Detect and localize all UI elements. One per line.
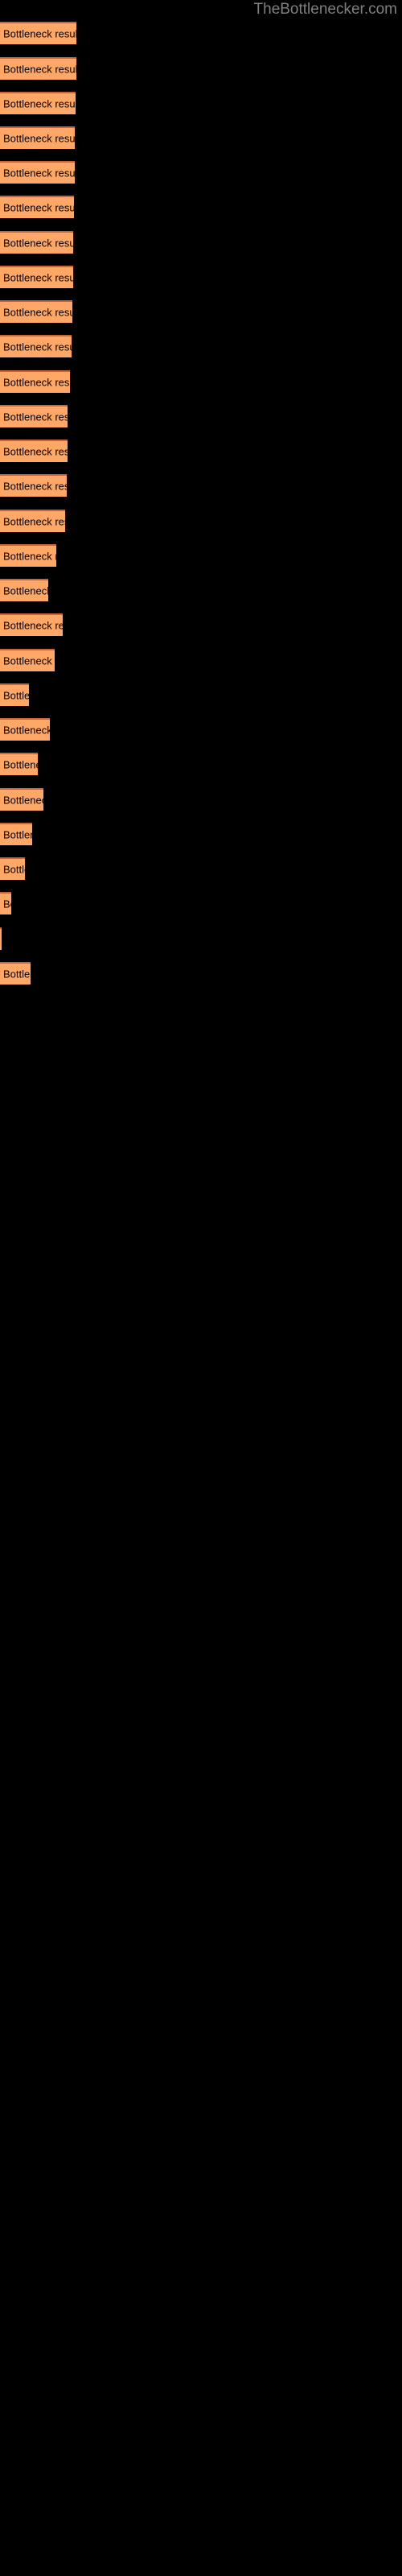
bar-segment[interactable]: Bottleneck result	[0, 510, 65, 532]
bar-label: Bottleneck result	[3, 689, 29, 702]
bar-label: Bottleneck result	[3, 411, 68, 423]
bar-label: Bottleneck result	[3, 445, 68, 458]
bar-segment[interactable]: Bottleneck result	[0, 788, 43, 811]
bar-label: Bottleneck result	[3, 63, 76, 76]
bar-label: Bottleneck result	[3, 376, 70, 389]
bar-segment[interactable]: Bottleneck result	[0, 613, 63, 636]
bar-label: Bottleneck result	[3, 306, 72, 319]
bar-segment[interactable]: Bottleneck result	[0, 440, 68, 462]
bar-label: Bottleneck result	[3, 758, 38, 771]
bar-label: Bottleneck result	[3, 237, 73, 250]
bar-segment[interactable]: Bottleneck result	[0, 544, 56, 567]
bar-label: Bottleneck result	[3, 201, 74, 214]
bar-segment[interactable]: Bottleneck result	[0, 57, 76, 80]
bar-segment[interactable]: Bottleneck result	[0, 857, 25, 880]
bar-label: Bottleneck result	[3, 724, 50, 737]
bar-segment[interactable]: Bottleneck result	[0, 300, 72, 323]
bar-label: Bottleneck result	[3, 619, 63, 632]
bar-label: Bottleneck result	[3, 828, 32, 841]
bar-segment[interactable]: Bottleneck result	[0, 753, 38, 775]
bar-segment[interactable]: Bottleneck result	[0, 196, 74, 218]
bar-chart-bars-layer: Bottleneck result Bottleneck result Bottle…	[0, 0, 402, 2576]
bar-segment[interactable]: Bottleneck result	[0, 474, 67, 497]
bar-label: Bottleneck result	[3, 97, 76, 110]
bar-label: Bottleneck result	[3, 132, 75, 145]
bar-label: Bottleneck result	[3, 584, 48, 597]
bar-segment[interactable]: Bottleneck result	[0, 579, 48, 601]
bar-label: Bottleneck result	[3, 898, 11, 910]
bar-segment[interactable]: Bottleneck result	[0, 370, 70, 393]
bar-segment[interactable]: Bottleneck result	[0, 126, 75, 149]
bar-segment[interactable]: Bottleneck result	[0, 823, 32, 845]
bar-label: Bottleneck result	[3, 515, 65, 528]
bar-label: Bottleneck result	[3, 654, 55, 667]
bar-segment[interactable]: Bottleneck result	[0, 335, 72, 357]
bottleneck-chart-root: TheBottlenecker.com Bottleneck result Bot…	[0, 0, 402, 2576]
bar-label: Bottleneck result	[3, 271, 73, 284]
bar-segment[interactable]: Bottleneck result	[0, 266, 73, 288]
bar-label: Bottleneck result	[3, 480, 67, 493]
bar-segment[interactable]: Bottleneck result	[0, 718, 50, 741]
bar-label: Bottleneck result	[3, 27, 76, 40]
bar-label: Bottleneck result	[3, 341, 72, 353]
bar-segment[interactable]: Bottleneck result	[0, 649, 55, 671]
bar-label: Bottleneck result	[3, 863, 25, 876]
bar-label: Bottleneck result	[3, 968, 31, 980]
bar-segment[interactable]: Bottleneck result	[0, 231, 73, 254]
bar-segment[interactable]: Bottleneck result	[0, 927, 2, 950]
bar-label: Bottleneck result	[3, 167, 75, 180]
bar-segment[interactable]: Bottleneck result	[0, 962, 31, 985]
bar-segment[interactable]: Bottleneck result	[0, 161, 75, 184]
bar-segment[interactable]: Bottleneck result	[0, 683, 29, 706]
bar-label: Bottleneck result	[3, 550, 56, 563]
bar-segment[interactable]: Bottleneck result	[0, 92, 76, 114]
bar-segment[interactable]: Bottleneck result	[0, 22, 76, 44]
bar-segment[interactable]: Bottleneck result	[0, 892, 11, 914]
bar-segment[interactable]: Bottleneck result	[0, 405, 68, 427]
bar-label: Bottleneck result	[3, 794, 43, 807]
